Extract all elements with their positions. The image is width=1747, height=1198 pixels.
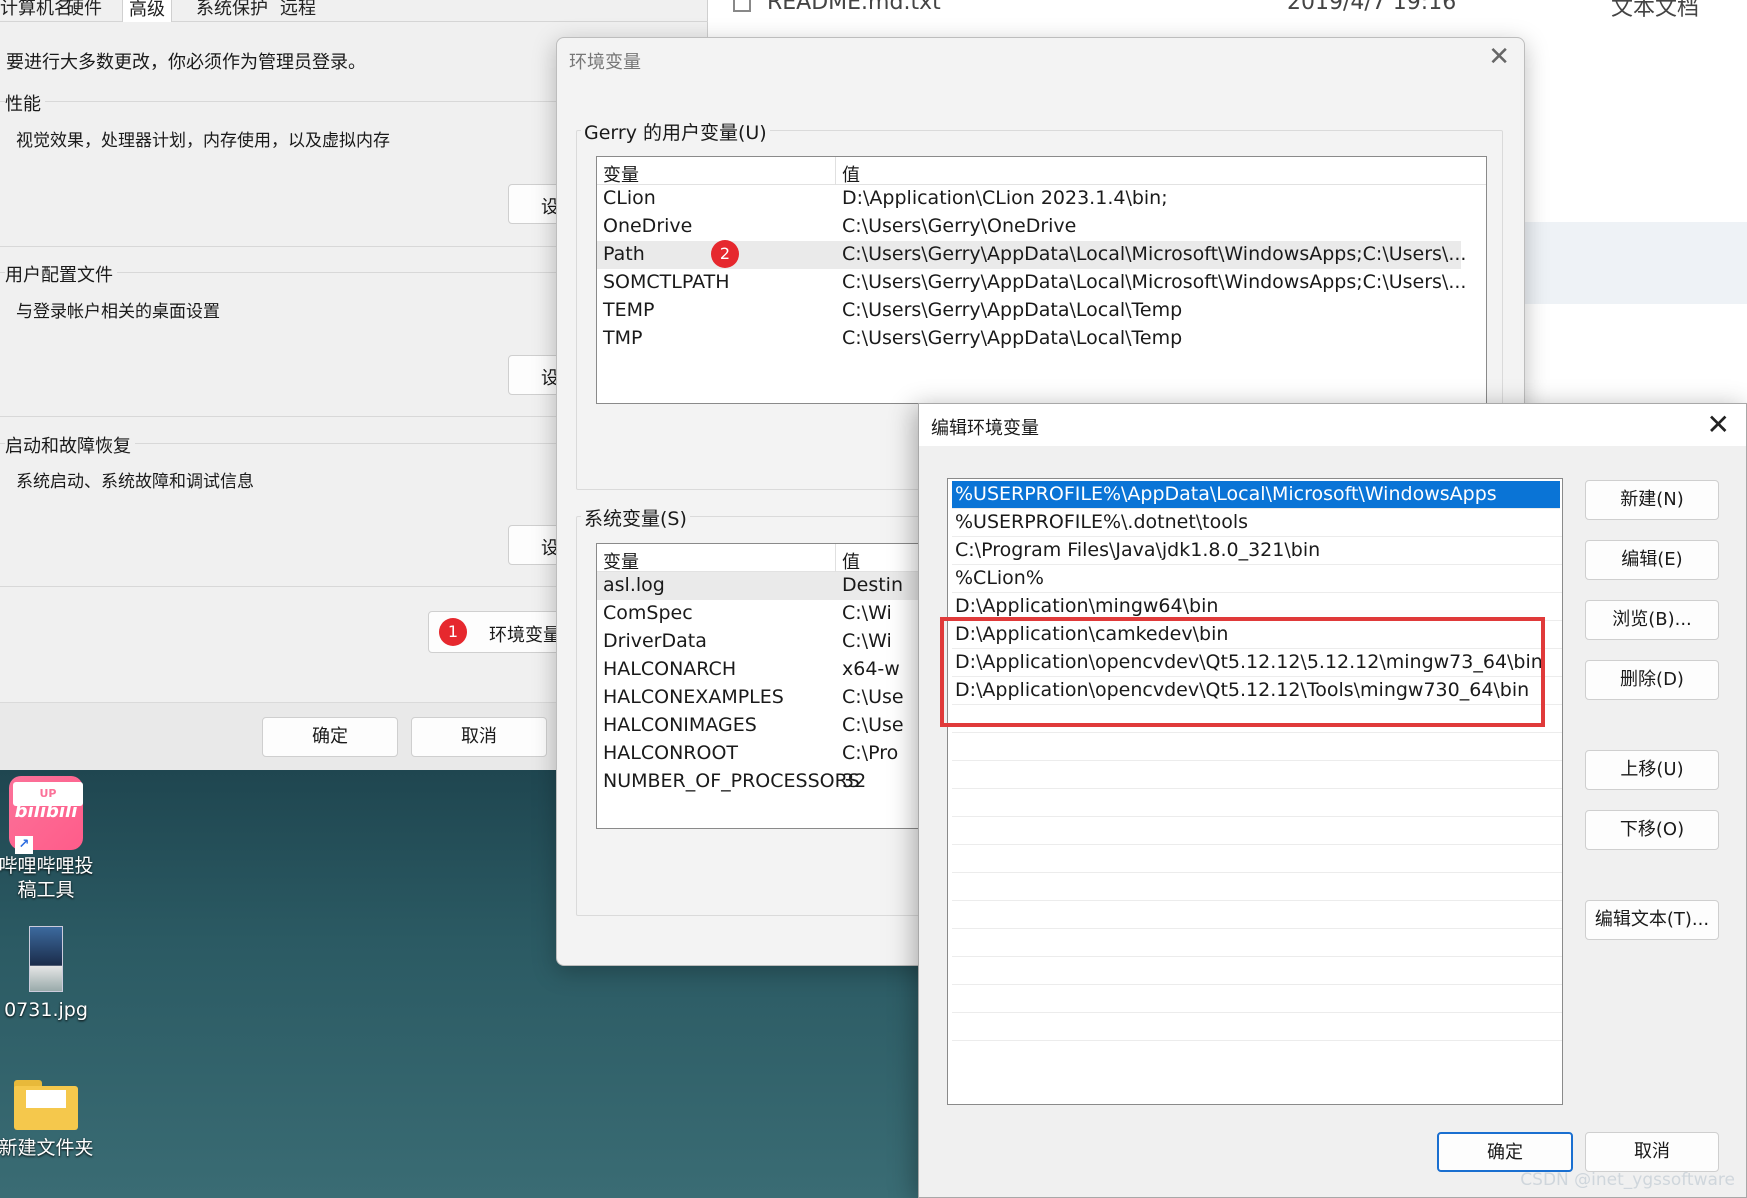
desktop-icon-label: 0731.jpg xyxy=(4,999,88,1021)
desktop-icon-label: 哔哩哔哩投稿工具 xyxy=(0,855,94,901)
ok-button[interactable]: 确定 xyxy=(262,717,398,757)
group-desc-user-profiles: 与登录帐户相关的桌面设置 xyxy=(16,302,220,322)
desktop-icon-bilibili[interactable]: UP bilibili ↗ 哔哩哔哩投稿工具 xyxy=(0,776,94,902)
group-desc-performance: 视觉效果，处理器计划，内存使用，以及虚拟内存 xyxy=(16,131,390,151)
table-row[interactable]: TEMP C:\Users\Gerry\AppData\Local\Temp xyxy=(597,297,1461,325)
tab-advanced[interactable]: 高级 xyxy=(122,0,172,22)
column-value[interactable]: 值 xyxy=(842,548,860,574)
empty-row xyxy=(952,1013,1562,1041)
group-title-user-profiles: 用户配置文件 xyxy=(5,261,117,287)
edit-button[interactable]: 编辑(E) xyxy=(1585,540,1719,580)
file-row-readme[interactable]: README.md.txt 2019/4/7 19:16 文本文档 xyxy=(611,0,1747,22)
cancel-button[interactable]: 取消 xyxy=(411,717,547,757)
table-row[interactable]: OneDrive C:\Users\Gerry\OneDrive xyxy=(597,213,1461,241)
group-title-startup-recovery: 启动和故障恢复 xyxy=(5,432,135,458)
move-down-button[interactable]: 下移(O) xyxy=(1585,810,1719,850)
dialog-title: 编辑环境变量 xyxy=(931,418,1039,439)
empty-row xyxy=(952,957,1562,985)
file-name: README.md.txt xyxy=(767,0,941,15)
bilibili-icon: UP bilibili ↗ xyxy=(9,776,83,854)
empty-row xyxy=(952,985,1562,1013)
tab-bar: 计算机名 硬件 高级 系统保护 远程 xyxy=(0,0,708,22)
empty-row xyxy=(952,761,1562,789)
close-icon[interactable]: ✕ xyxy=(1488,42,1510,72)
new-button[interactable]: 新建(N) xyxy=(1585,480,1719,520)
step-badge-2: 2 xyxy=(711,240,739,268)
step-badge-1: 1 xyxy=(439,618,467,646)
table-row[interactable]: CLion D:\Application\CLion 2023.1.4\bin; xyxy=(597,185,1461,213)
title-bar: 编辑环境变量 ✕ xyxy=(919,404,1746,446)
tab-hardware[interactable]: 硬件 xyxy=(60,0,108,20)
list-header: 变量 值 xyxy=(597,157,1486,187)
env-button-label: 环境变量 xyxy=(489,625,561,646)
group-desc-startup-recovery: 系统启动、系统故障和调试信息 xyxy=(16,472,254,492)
list-item-selected[interactable]: %USERPROFILE%\AppData\Local\Microsoft\Wi… xyxy=(952,481,1560,509)
admin-note: 要进行大多数更改，你必须作为管理员登录。 xyxy=(6,52,366,73)
system-vars-title: 系统变量(S) xyxy=(581,504,690,531)
file-type: 文本文档 xyxy=(1611,0,1700,21)
empty-row xyxy=(952,929,1562,957)
edit-environment-variable-dialog: 编辑环境变量 ✕ %USERPROFILE%\AppData\Local\Mic… xyxy=(918,403,1747,1198)
list-item[interactable]: %CLion% xyxy=(952,565,1562,593)
desktop-icon-label: 新建文件夹 xyxy=(0,1137,94,1159)
ok-button[interactable]: 确定 xyxy=(1437,1132,1573,1172)
watermark: CSDN @inet_ygssoftware xyxy=(1520,1170,1735,1190)
browse-button[interactable]: 浏览(B)... xyxy=(1585,600,1719,640)
empty-row xyxy=(952,873,1562,901)
empty-row xyxy=(952,817,1562,845)
column-value[interactable]: 值 xyxy=(842,161,860,187)
empty-row xyxy=(952,845,1562,873)
column-variable[interactable]: 变量 xyxy=(603,161,639,187)
desktop-icon-folder[interactable]: 新建文件夹 xyxy=(0,1080,94,1160)
close-icon[interactable]: ✕ xyxy=(1707,408,1730,441)
group-title-performance: 性能 xyxy=(5,90,45,116)
highlight-added-paths-box xyxy=(940,617,1545,727)
empty-row xyxy=(952,789,1562,817)
user-vars-title: Gerry 的用户变量(U) xyxy=(581,118,770,145)
folder-icon xyxy=(14,1080,78,1130)
table-row-selected[interactable]: Path 2 C:\Users\Gerry\AppData\Local\Micros… xyxy=(597,240,1466,269)
tab-system-protection[interactable]: 系统保护 xyxy=(190,0,274,20)
list-item[interactable]: C:\Program Files\Java\jdk1.8.0_321\bin xyxy=(952,537,1562,565)
empty-row xyxy=(952,733,1562,761)
table-row[interactable]: SOMCTLPATH C:\Users\Gerry\AppData\Local\M… xyxy=(597,269,1466,297)
cancel-button[interactable]: 取消 xyxy=(1585,1132,1719,1172)
image-file-icon xyxy=(29,926,63,992)
empty-row xyxy=(952,901,1562,929)
desktop-icon-image[interactable]: 0731.jpg xyxy=(0,926,94,1022)
tab-remote[interactable]: 远程 xyxy=(274,0,322,20)
user-vars-list[interactable]: 变量 值 CLion D:\Application\CLion 2023.1.4\… xyxy=(596,156,1487,404)
column-variable[interactable]: 变量 xyxy=(603,548,639,574)
dialog-title: 环境变量 xyxy=(569,52,641,73)
file-date: 2019/4/7 19:16 xyxy=(1287,0,1457,15)
edit-text-button[interactable]: 编辑文本(T)... xyxy=(1585,900,1719,940)
delete-button[interactable]: 删除(D) xyxy=(1585,660,1719,700)
path-list[interactable]: %USERPROFILE%\AppData\Local\Microsoft\Wi… xyxy=(947,478,1563,1105)
shortcut-arrow-icon: ↗ xyxy=(15,836,33,854)
table-row[interactable]: TMP C:\Users\Gerry\AppData\Local\Temp xyxy=(597,325,1461,353)
list-item[interactable]: %USERPROFILE%\.dotnet\tools xyxy=(952,509,1562,537)
move-up-button[interactable]: 上移(U) xyxy=(1585,750,1719,790)
text-file-icon xyxy=(733,0,751,12)
